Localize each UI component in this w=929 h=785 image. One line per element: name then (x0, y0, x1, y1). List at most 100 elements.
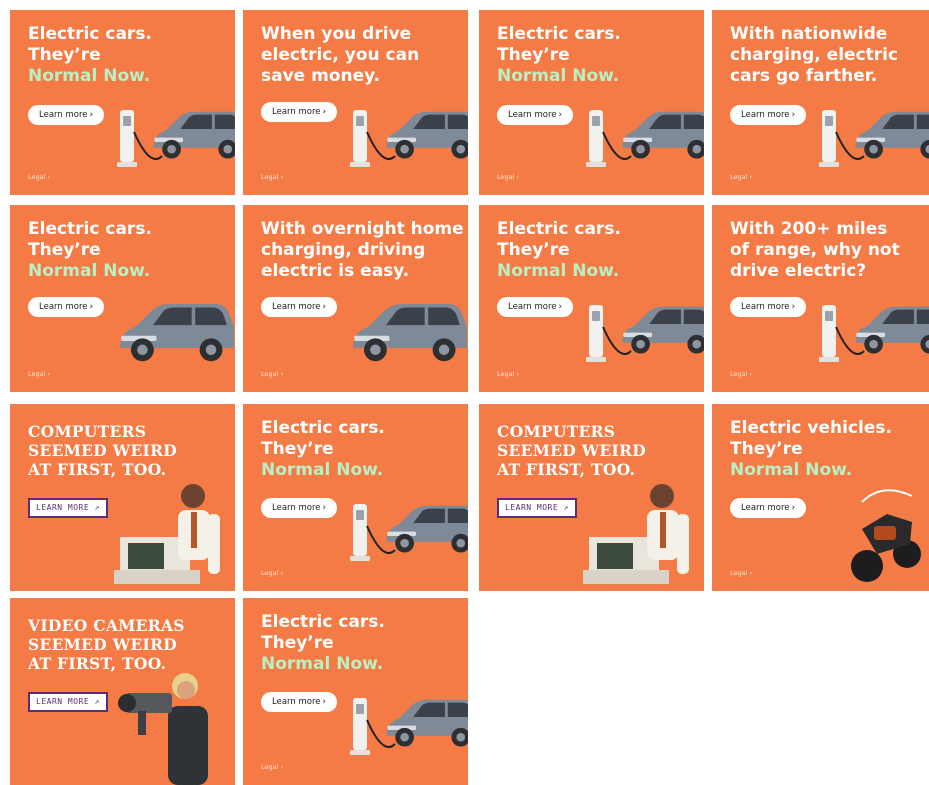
headline-line: charging, electric (730, 45, 899, 65)
learn-more-label: Learn more (741, 110, 790, 120)
chevron-right-icon: › (747, 569, 753, 577)
learn-more-button[interactable]: Learn more › (261, 498, 338, 518)
chevron-right-icon: › (558, 302, 563, 312)
learn-more-button[interactable]: LEARN MORE ↗ (28, 692, 108, 712)
headline-line: They’re (261, 439, 334, 459)
car-icon (855, 306, 929, 354)
ad-headline: With overnight home charging, driving elec… (261, 219, 464, 282)
ad-headline: With nationwide charging, electric cars go… (730, 24, 898, 87)
headline-accent-line: Normal Now. (497, 261, 620, 281)
learn-more-label: LEARN MORE ↗ (36, 697, 100, 706)
banner-ad-4[interactable]: With nationwide charging, electric cars go… (712, 10, 929, 195)
ad-headline: COMPUTERS SEEMED WEIRD AT FIRST, TOO. (497, 422, 646, 479)
headline-line: VIDEO CAMERAS (28, 616, 185, 635)
learn-more-button[interactable]: LEARN MORE ↗ (497, 498, 577, 518)
banner-ad-12[interactable]: Electric vehicles. They’re Normal Now. Lear… (712, 404, 929, 591)
chevron-right-icon: › (747, 173, 753, 181)
banner-ad-1[interactable]: Electric cars. They’re Normal Now. Learn mo… (10, 10, 235, 195)
legal-link[interactable]: Legal › (730, 569, 752, 577)
headline-accent-line: Normal Now. (261, 654, 384, 674)
legal-link[interactable]: Legal › (28, 173, 50, 181)
learn-more-label: Learn more (741, 302, 790, 312)
learn-more-label: Learn more (272, 503, 321, 513)
headline-line: Electric cars. (497, 219, 621, 239)
learn-more-button[interactable]: Learn more › (261, 692, 338, 712)
learn-more-button[interactable]: Learn more › (497, 105, 574, 125)
learn-more-button[interactable]: Learn more › (497, 297, 574, 317)
legal-link[interactable]: Legal › (261, 370, 283, 378)
chevron-right-icon: › (278, 173, 284, 181)
banner-ad-8[interactable]: With 200+ miles of range, why not drive el… (712, 205, 929, 392)
headline-line: COMPUTERS (28, 422, 147, 441)
banner-ad-9[interactable]: COMPUTERS SEEMED WEIRD AT FIRST, TOO. LEARN… (10, 404, 235, 591)
legal-label: Legal (730, 569, 748, 577)
headline-line: They’re (730, 439, 803, 459)
banner-ad-3[interactable]: Electric cars. They’re Normal Now. Learn mo… (479, 10, 704, 195)
learn-more-button[interactable]: LEARN MORE ↗ (28, 498, 108, 518)
learn-more-label: Learn more (272, 697, 321, 707)
legal-link[interactable]: Legal › (497, 370, 519, 378)
learn-more-button[interactable]: Learn more › (261, 102, 338, 122)
ad-headline: When you drive electric, you can save mone… (261, 24, 419, 87)
learn-more-label: Learn more (39, 110, 88, 120)
car-icon (153, 111, 235, 159)
headline-line: electric is easy. (261, 261, 410, 281)
headline-line: AT FIRST, TOO. (497, 460, 636, 479)
headline-line: They’re (261, 633, 334, 653)
legal-link[interactable]: Legal › (261, 569, 283, 577)
learn-more-label: Learn more (272, 302, 321, 312)
banner-ad-10[interactable]: Electric cars. They’re Normal Now. Learn mo… (243, 404, 468, 591)
man-computer-icon (583, 484, 689, 584)
banner-ad-14[interactable]: Electric cars. They’re Normal Now. Learn mo… (243, 598, 468, 785)
chevron-right-icon: › (747, 370, 753, 378)
chevron-right-icon: › (514, 173, 520, 181)
headline-line: They’re (497, 240, 570, 260)
legal-label: Legal (730, 370, 748, 378)
headline-accent-line: Normal Now. (730, 460, 853, 480)
learn-more-button[interactable]: Learn more › (261, 297, 338, 317)
learn-more-button[interactable]: Learn more › (28, 297, 105, 317)
headline-line: Electric cars. (28, 219, 152, 239)
chevron-right-icon: › (514, 370, 520, 378)
learn-more-button[interactable]: Learn more › (730, 297, 807, 317)
headline-line: They’re (497, 45, 570, 65)
chevron-right-icon: › (322, 302, 327, 312)
banner-ad-13[interactable]: VIDEO CAMERAS SEEMED WEIRD AT FIRST, TOO. L… (10, 598, 235, 785)
legal-link[interactable]: Legal › (261, 173, 283, 181)
learn-more-button[interactable]: Learn more › (730, 498, 807, 518)
headline-line: With 200+ miles (730, 219, 888, 239)
headline-line: electric, you can (261, 45, 420, 65)
chevron-right-icon: › (322, 697, 327, 707)
car-icon (386, 699, 468, 747)
headline-line: cars go farther. (730, 66, 878, 86)
legal-link[interactable]: Legal › (497, 173, 519, 181)
banner-ad-11[interactable]: COMPUTERS SEEMED WEIRD AT FIRST, TOO. LEARN… (479, 404, 704, 591)
headline-accent-line: Normal Now. (28, 66, 151, 86)
learn-more-label: Learn more (508, 302, 557, 312)
legal-link[interactable]: Legal › (28, 370, 50, 378)
chevron-right-icon: › (278, 569, 284, 577)
learn-more-button[interactable]: Learn more › (730, 105, 807, 125)
legal-label: Legal (497, 173, 515, 181)
ad-headline: With 200+ miles of range, why not drive el… (730, 219, 900, 282)
legal-label: Legal (28, 370, 46, 378)
legal-link[interactable]: Legal › (730, 370, 752, 378)
headline-accent-line: Normal Now. (261, 460, 384, 480)
banner-ad-5[interactable]: Electric cars. They’re Normal Now. Learn mo… (10, 205, 235, 392)
headline-line: save money. (261, 66, 381, 86)
banner-ad-6[interactable]: With overnight home charging, driving elec… (243, 205, 468, 392)
chevron-right-icon: › (791, 503, 796, 513)
car-icon (386, 505, 468, 553)
ad-headline: Electric cars. They’re Normal Now. (497, 24, 621, 87)
ad-headline: Electric cars. They’re Normal Now. (497, 219, 621, 282)
ad-headline: Electric vehicles. They’re Normal Now. (730, 418, 892, 481)
car-icon (386, 111, 468, 159)
legal-link[interactable]: Legal › (261, 763, 283, 771)
banner-ad-2[interactable]: When you drive electric, you can save mone… (243, 10, 468, 195)
learn-more-button[interactable]: Learn more › (28, 105, 105, 125)
headline-line: With overnight home (261, 219, 464, 239)
banner-ad-7[interactable]: Electric cars. They’re Normal Now. Learn mo… (479, 205, 704, 392)
motorcycle-icon (851, 489, 921, 582)
legal-link[interactable]: Legal › (730, 173, 752, 181)
headline-line: Electric vehicles. (730, 418, 892, 438)
